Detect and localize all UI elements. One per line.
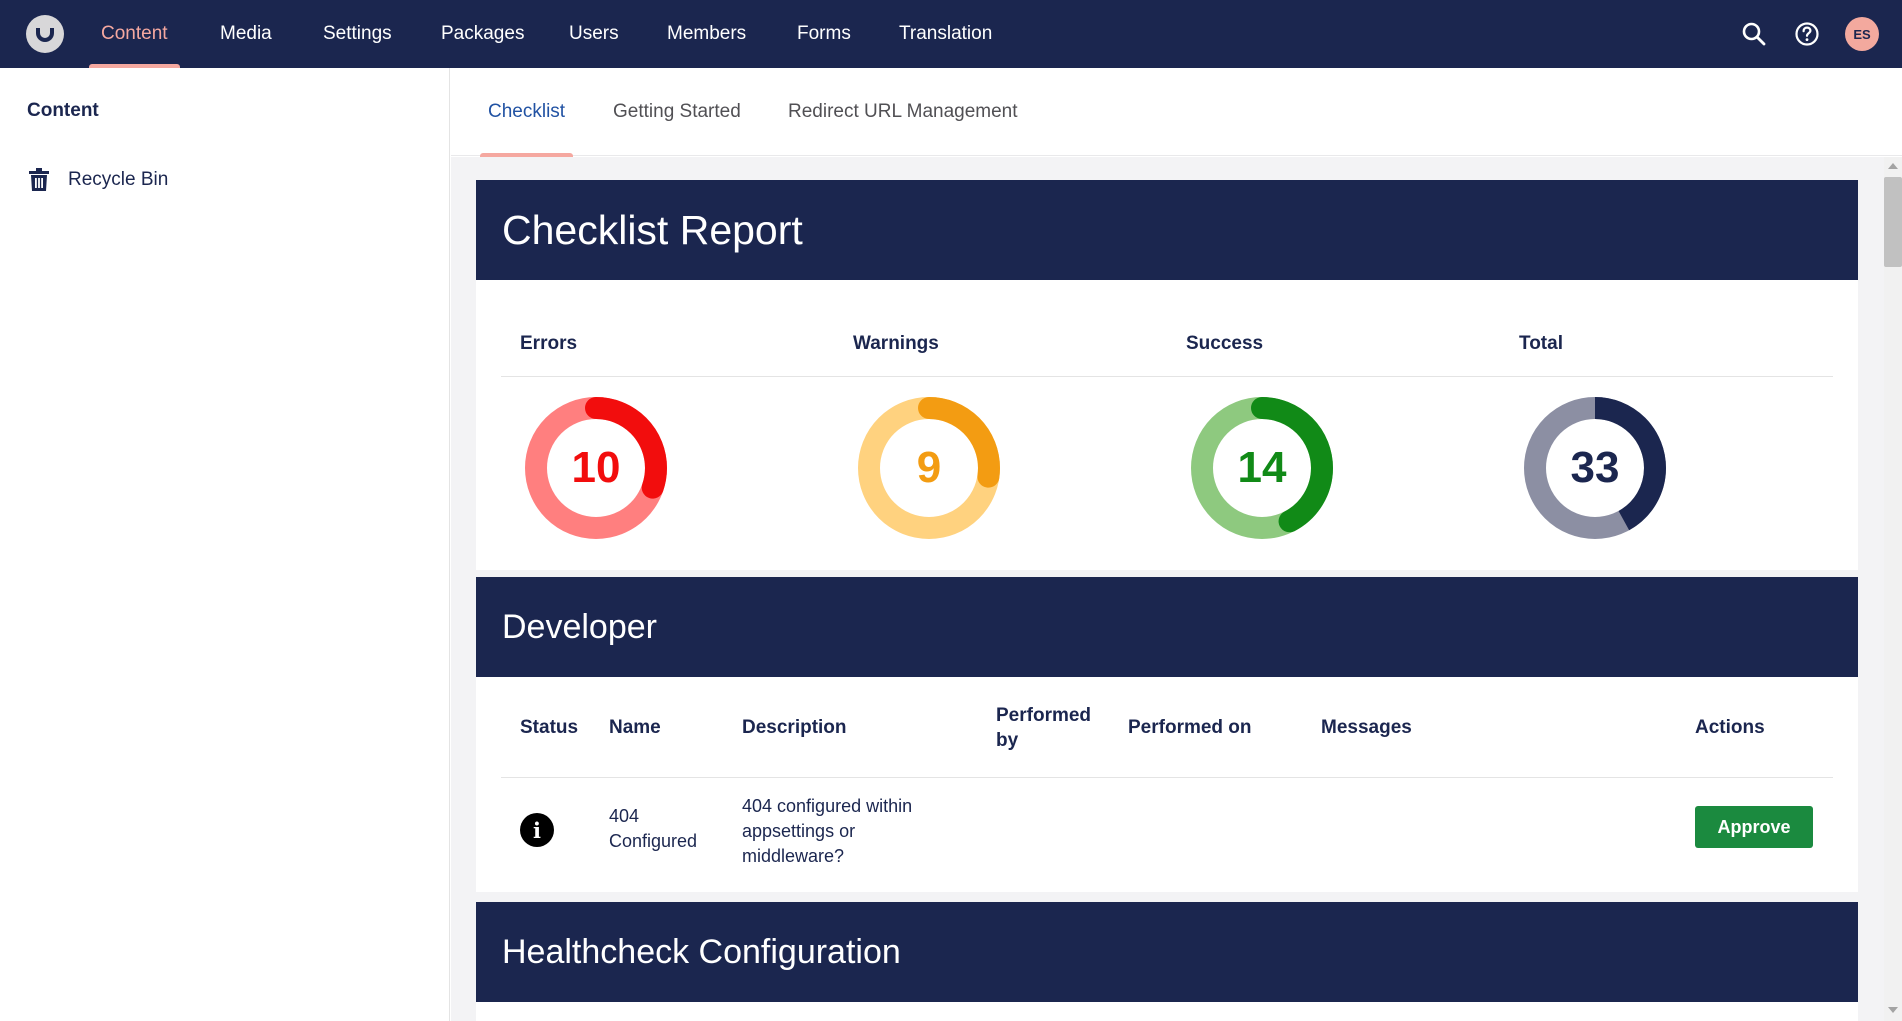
- nav-packages[interactable]: Packages: [441, 0, 524, 68]
- checklist-report-card: Checklist Report Errors Warnings Success…: [476, 180, 1858, 570]
- search-icon[interactable]: [1740, 20, 1768, 48]
- developer-table: Status Name Description Performed by Per…: [476, 677, 1858, 892]
- info-icon: i: [520, 813, 554, 847]
- umbraco-logo[interactable]: [26, 15, 64, 53]
- column-performed-on: Performed on: [1128, 717, 1252, 738]
- column-description: Description: [742, 717, 847, 738]
- report-summary: Errors Warnings Success Total 10 9 14 33: [476, 280, 1858, 570]
- nav-members[interactable]: Members: [667, 0, 746, 68]
- nav-translation[interactable]: Translation: [899, 0, 992, 68]
- success-count: 14: [1237, 443, 1287, 492]
- top-navigation: Content Media Settings Packages Users Me…: [0, 0, 1902, 68]
- trash-icon: [29, 168, 49, 191]
- scrollbar-thumb[interactable]: [1884, 177, 1902, 267]
- tab-checklist[interactable]: Checklist: [479, 68, 574, 157]
- column-performed-by: Performed by: [996, 705, 1092, 751]
- column-name: Name: [609, 717, 661, 738]
- divider: [501, 376, 1833, 377]
- main-content[interactable]: Checklist Report Errors Warnings Success…: [451, 157, 1884, 1021]
- warnings-count: 9: [916, 443, 942, 492]
- nav-media[interactable]: Media: [220, 0, 272, 68]
- help-icon[interactable]: [1793, 20, 1821, 48]
- stat-label-success: Success: [1186, 333, 1264, 354]
- sidebar: Content Recycle Bin: [0, 68, 450, 1021]
- scroll-down-arrow[interactable]: [1888, 1007, 1898, 1013]
- nav-content[interactable]: Content: [89, 0, 180, 68]
- column-actions: Actions: [1695, 717, 1765, 738]
- total-count: 33: [1570, 443, 1620, 492]
- healthcheck-title: Healthcheck Configuration: [476, 902, 1858, 1002]
- nav-forms[interactable]: Forms: [797, 0, 851, 68]
- developer-card: Developer Status Name Description Perfor…: [476, 577, 1858, 892]
- developer-title: Developer: [476, 577, 1858, 677]
- scroll-up-arrow[interactable]: [1888, 163, 1898, 169]
- row-description: 404 configured within appsettings or mid…: [742, 796, 913, 866]
- errors-count: 10: [571, 443, 621, 492]
- divider: [501, 777, 1833, 778]
- sidebar-item-recycle-bin[interactable]: Recycle Bin: [28, 168, 168, 192]
- tab-redirect-url-management[interactable]: Redirect URL Management: [788, 68, 1018, 156]
- column-messages: Messages: [1321, 717, 1412, 738]
- sidebar-item-label: Recycle Bin: [68, 169, 169, 190]
- column-status: Status: [520, 717, 579, 738]
- sidebar-title: Content: [27, 100, 99, 121]
- nav-users[interactable]: Users: [569, 0, 619, 68]
- row-name: 404 Configured: [609, 806, 698, 851]
- approve-button[interactable]: Approve: [1695, 806, 1813, 848]
- stat-label-total: Total: [1519, 333, 1563, 354]
- stat-label-warnings: Warnings: [853, 333, 939, 354]
- nav-settings[interactable]: Settings: [323, 0, 392, 68]
- user-avatar[interactable]: ES: [1845, 17, 1879, 51]
- stat-label-errors: Errors: [520, 333, 578, 354]
- healthcheck-card: Healthcheck Configuration: [476, 902, 1858, 1021]
- checklist-report-title: Checklist Report: [476, 180, 1858, 280]
- tab-getting-started[interactable]: Getting Started: [613, 68, 741, 156]
- scrollbar[interactable]: [1884, 157, 1902, 1021]
- dashboard-tabs: Checklist Getting Started Redirect URL M…: [451, 68, 1902, 157]
